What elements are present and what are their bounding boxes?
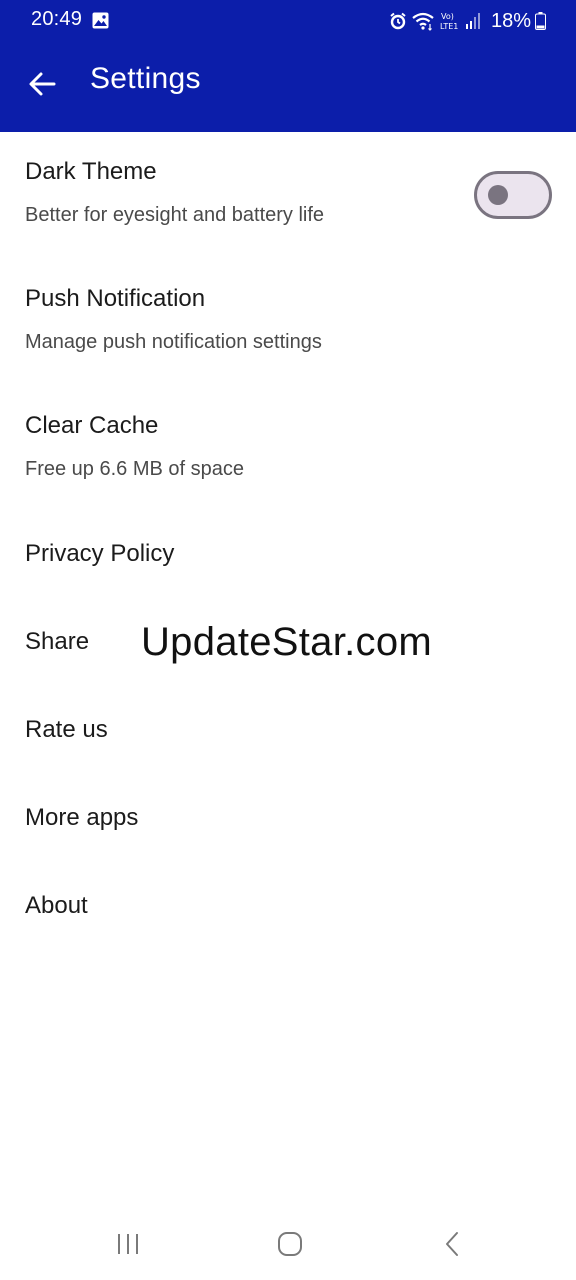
gallery-icon: [92, 12, 109, 29]
dark-theme-toggle[interactable]: [474, 171, 552, 219]
wifi-icon: [412, 12, 434, 31]
setting-title: Rate us: [25, 716, 108, 743]
status-time: 20:49: [31, 8, 83, 30]
svg-text:Vo): Vo): [441, 12, 454, 21]
volte-icon: Vo) LTE1: [440, 12, 458, 31]
page-title: Settings: [90, 62, 201, 95]
top-app-bar: 20:49 Vo) LTE1 18% Settings: [0, 0, 576, 132]
alarm-icon: [390, 12, 406, 30]
setting-title: Clear Cache: [25, 412, 159, 439]
setting-about[interactable]: About: [25, 892, 88, 920]
setting-share[interactable]: Share: [25, 628, 89, 656]
setting-title: Push Notification: [25, 285, 206, 312]
setting-title: Privacy Policy: [25, 540, 175, 567]
setting-title: More apps: [25, 804, 139, 831]
toggle-knob: [488, 185, 508, 205]
setting-title: About: [25, 892, 88, 919]
battery-percent: 18%: [490, 9, 531, 32]
setting-title: Dark Theme: [25, 158, 157, 185]
setting-subtitle: Manage push notification settings: [25, 331, 322, 353]
nav-back-button[interactable]: [432, 1224, 472, 1264]
signal-icon: [465, 13, 480, 29]
setting-subtitle: Better for eyesight and battery life: [25, 204, 325, 226]
setting-rate-us[interactable]: Rate us: [25, 716, 108, 744]
setting-more-apps[interactable]: More apps: [25, 804, 138, 832]
battery-icon: [535, 12, 546, 30]
recent-apps-button[interactable]: [108, 1224, 148, 1264]
system-nav-bar: [0, 1200, 576, 1280]
setting-title: Share: [25, 628, 90, 655]
home-icon: [278, 1232, 302, 1256]
arrow-left-icon: [29, 72, 56, 96]
back-icon: [446, 1232, 458, 1256]
setting-dark-theme[interactable]: Dark Theme Better for eyesight and batte…: [25, 158, 324, 227]
setting-clear-cache[interactable]: Clear Cache Free up 6.6 MB of space: [25, 412, 244, 481]
status-icons: Vo) LTE1 18%: [389, 8, 546, 34]
recent-apps-icon: [118, 1234, 138, 1254]
setting-push-notification[interactable]: Push Notification Manage push notificati…: [25, 285, 322, 354]
status-bar: 20:49 Vo) LTE1 18%: [0, 0, 576, 44]
app-bar: Settings: [0, 44, 576, 132]
home-button[interactable]: [270, 1224, 310, 1264]
watermark-text: UpdateStar.com: [141, 620, 433, 664]
svg-text:LTE1: LTE1: [440, 22, 458, 31]
back-button[interactable]: [22, 64, 62, 104]
setting-subtitle: Free up 6.6 MB of space: [25, 458, 245, 480]
setting-privacy-policy[interactable]: Privacy Policy: [25, 540, 174, 568]
